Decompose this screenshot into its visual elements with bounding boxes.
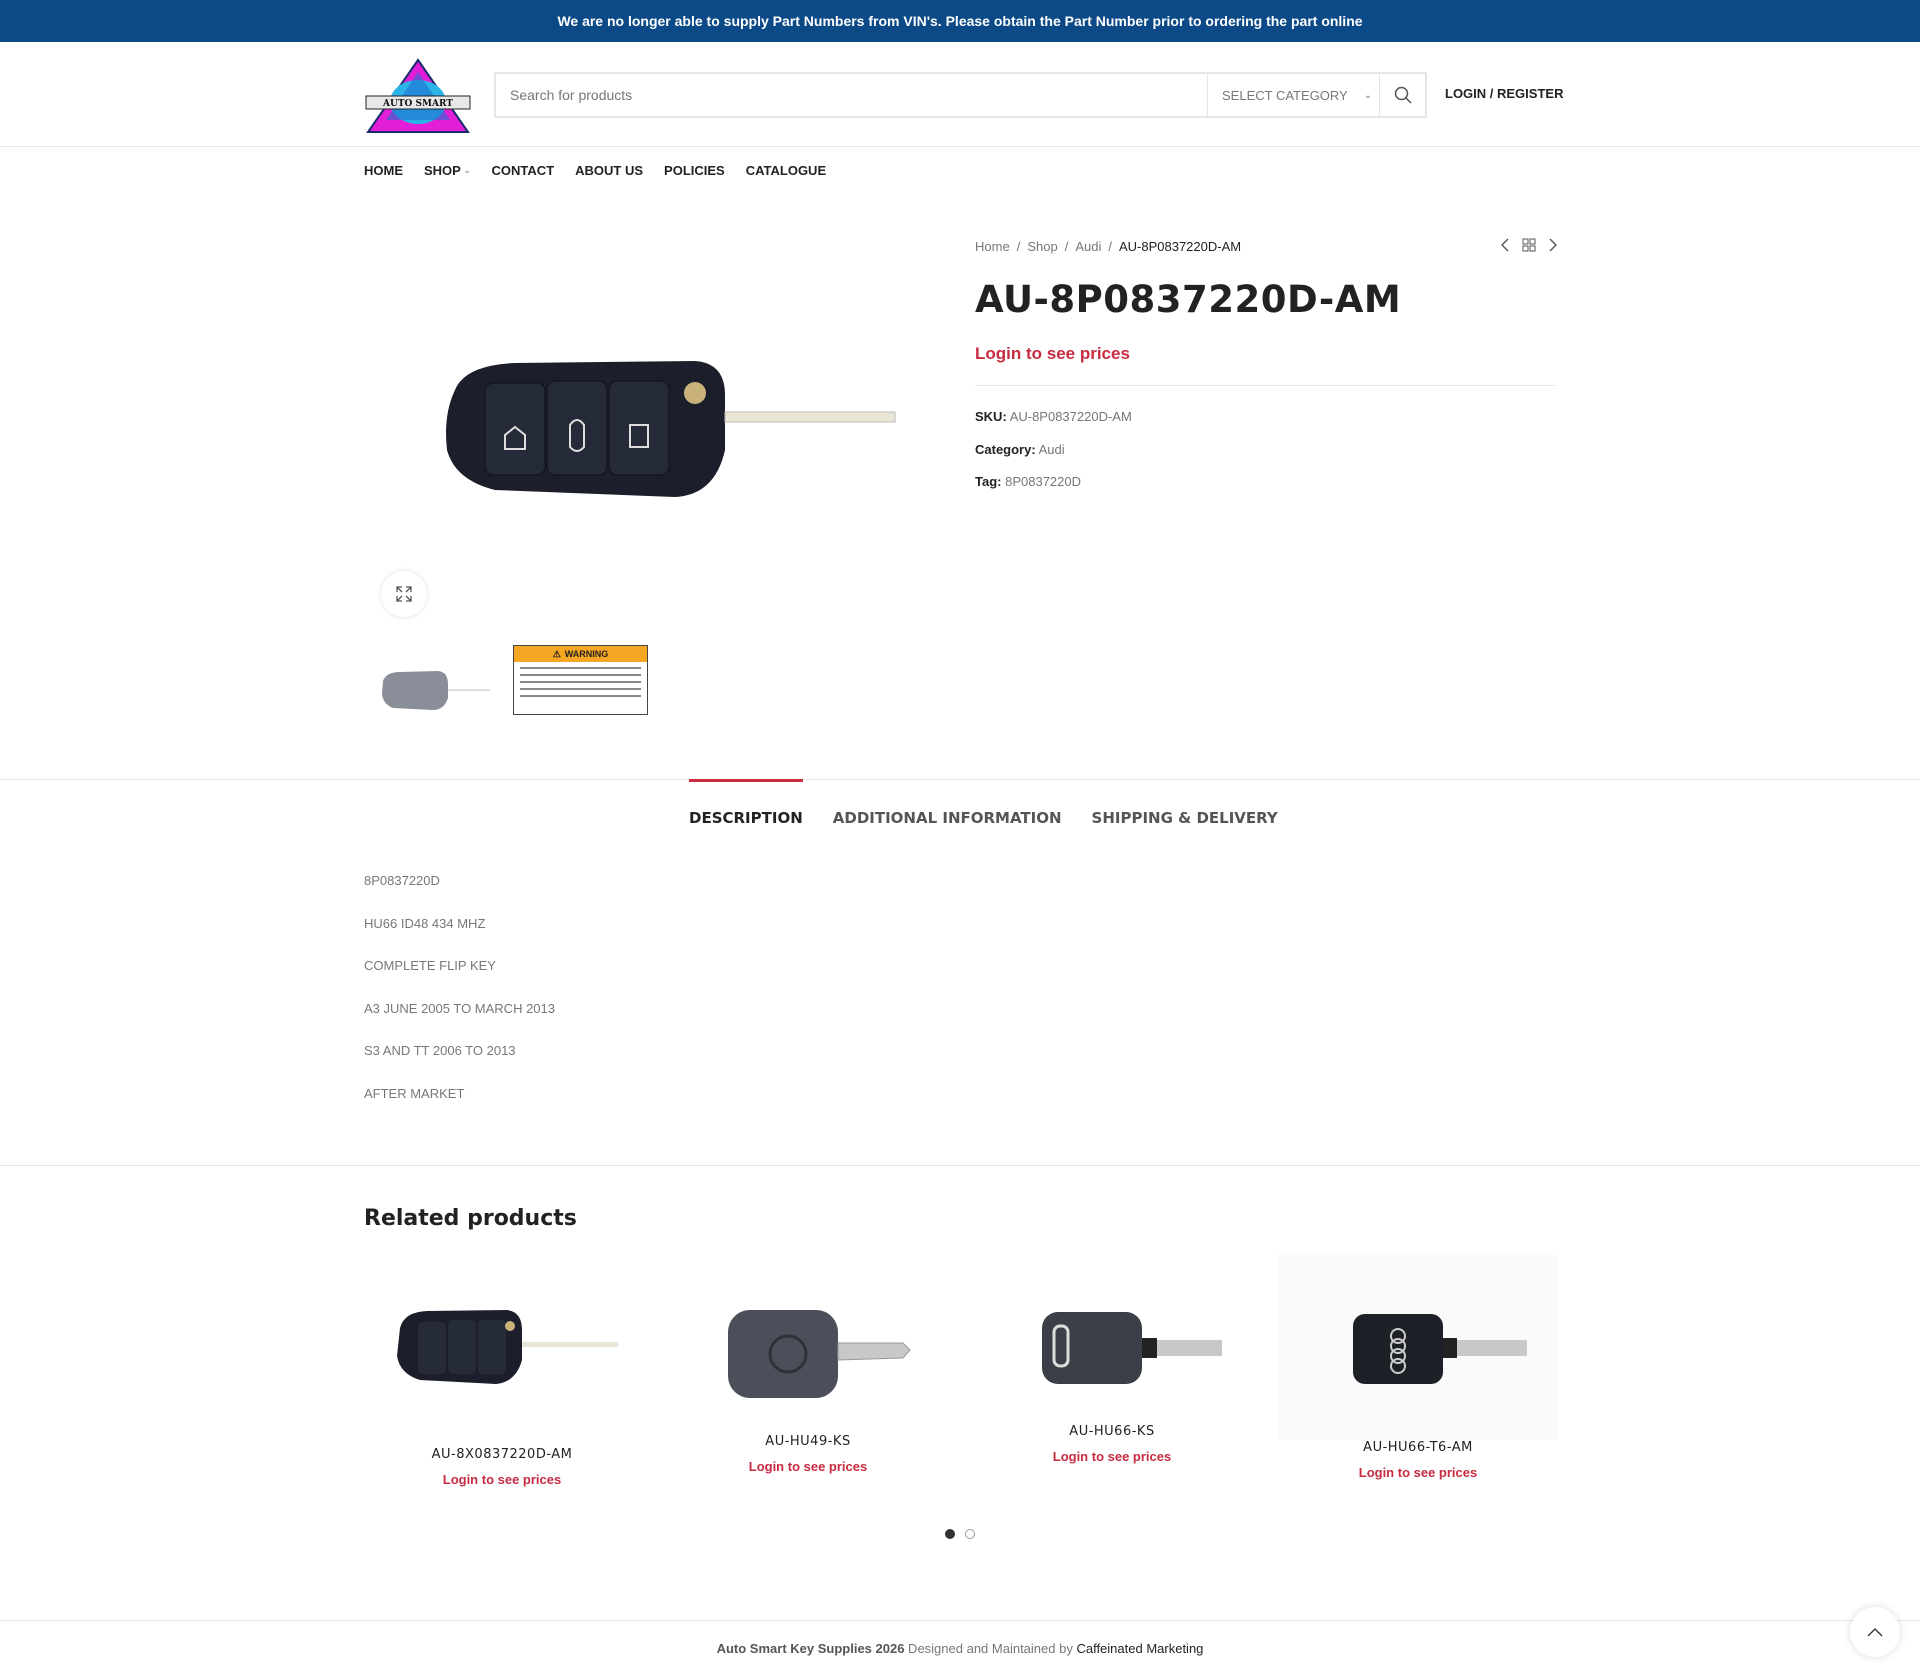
related-product-name[interactable]: AU-HU66-KS — [972, 1424, 1252, 1439]
zoom-button[interactable] — [381, 571, 427, 617]
nav-item-shop[interactable]: SHOP ⌄ — [424, 163, 471, 178]
nav-item-policies[interactable]: POLICIES — [664, 163, 725, 178]
description-line: AFTER MARKET — [364, 1085, 465, 1101]
related-product-price[interactable]: Login to see prices — [1278, 1465, 1558, 1480]
breadcrumb-category[interactable]: Audi — [1075, 239, 1101, 254]
related-product-price[interactable]: Login to see prices — [362, 1472, 642, 1487]
carousel-dot-active[interactable] — [945, 1529, 955, 1539]
related-product-image[interactable] — [362, 1268, 642, 1428]
search-button[interactable] — [1379, 74, 1425, 116]
category-label: Category: — [975, 442, 1036, 457]
breadcrumb-sep: / — [1016, 239, 1021, 254]
related-product-name[interactable]: AU-HU66-T6-AM — [1278, 1440, 1558, 1455]
nav-item-catalogue[interactable]: CATALOGUE — [746, 163, 826, 178]
description-line: HU66 ID48 434 MHZ — [364, 915, 486, 931]
chevron-down-icon: ⌄ — [463, 166, 471, 175]
warning-icon: ⚠ — [552, 648, 561, 659]
tab-additional-information[interactable]: ADDITIONAL INFORMATION — [833, 779, 1062, 829]
logo-wordmark: AUTO SMART — [382, 99, 453, 109]
grid-icon[interactable] — [1522, 238, 1536, 252]
site-footer: Auto Smart Key Supplies 2026 Designed an… — [0, 1641, 1920, 1656]
chevron-right-icon[interactable] — [1548, 238, 1558, 252]
warning-text-line — [520, 681, 641, 683]
search-icon — [1394, 86, 1412, 104]
sku-label: SKU: — [975, 409, 1007, 424]
footer-divider — [0, 1620, 1920, 1621]
related-product-name[interactable]: AU-HU49-KS — [668, 1434, 948, 1449]
nav-item-home[interactable]: HOME — [364, 163, 403, 178]
tab-shipping-delivery[interactable]: SHIPPING & DELIVERY — [1092, 779, 1278, 829]
divider — [975, 385, 1555, 386]
description-line: A3 JUNE 2005 TO MARCH 2013 — [364, 1000, 555, 1016]
search-input[interactable] — [496, 74, 1207, 116]
related-product-image[interactable] — [1278, 1255, 1558, 1440]
warning-header: ⚠ WARNING — [514, 646, 647, 662]
scroll-to-top-button[interactable] — [1850, 1607, 1900, 1657]
product-navigation — [1500, 238, 1558, 252]
notice-text: We are no longer able to supply Part Num… — [557, 13, 1363, 29]
category-select-label: SELECT CATEGORY — [1222, 87, 1348, 103]
related-product-card[interactable]: AU-HU66-KS Login to see prices — [972, 1268, 1252, 1464]
nav-item-about-us[interactable]: ABOUT US — [575, 163, 643, 178]
product-tabs: DESCRIPTION ADDITIONAL INFORMATION SHIPP… — [689, 779, 1278, 829]
breadcrumb-current: AU-8P0837220D-AM — [1118, 239, 1242, 254]
product-main-image[interactable] — [435, 355, 900, 510]
warning-text-line — [520, 688, 641, 690]
footer-brand: Auto Smart Key Supplies 2026 — [716, 1641, 905, 1656]
category-select[interactable]: SELECT CATEGORY ⌄ — [1207, 74, 1379, 116]
description-line: 8P0837220D — [364, 873, 440, 888]
related-product-name[interactable]: AU-8X0837220D-AM — [362, 1447, 642, 1462]
auto-smart-logo[interactable]: AUTO SMART — [364, 58, 472, 134]
warning-text-line — [520, 674, 641, 676]
footer-credit-text: Designed and Maintained by — [904, 1641, 1077, 1656]
expand-icon — [396, 586, 412, 602]
product-tag: Tag: 8P0837220D — [975, 474, 1081, 489]
breadcrumb-shop[interactable]: Shop — [1027, 239, 1057, 254]
product-category: Category: Audi — [975, 442, 1065, 457]
nav-item-contact[interactable]: CONTACT — [492, 163, 555, 178]
search-bar: SELECT CATEGORY ⌄ — [494, 72, 1427, 118]
related-product-card[interactable]: AU-8X0837220D-AM Login to see prices — [362, 1268, 642, 1487]
related-product-price[interactable]: Login to see prices — [668, 1459, 948, 1474]
related-product-image[interactable] — [668, 1268, 948, 1428]
sku-value: AU-8P0837220D-AM — [1009, 409, 1132, 424]
related-product-card[interactable]: AU-HU49-KS Login to see prices — [668, 1268, 948, 1474]
warning-text-line — [520, 695, 641, 697]
login-to-see-prices-link[interactable]: Login to see prices — [975, 344, 1130, 364]
warning-text-line — [520, 667, 641, 669]
section-divider — [0, 1165, 1920, 1166]
top-notice-bar: We are no longer able to supply Part Num… — [0, 0, 1920, 42]
related-product-card[interactable]: AU-HU66-T6-AM Login to see prices — [1278, 1255, 1558, 1480]
warning-label: WARNING — [564, 649, 609, 659]
product-title: AU-8P0837220D-AM — [975, 278, 1402, 321]
footer-agency-link[interactable]: Caffeinated Marketing — [1076, 1641, 1203, 1656]
breadcrumb: Home / Shop / Audi / AU-8P0837220D-AM — [975, 239, 1241, 254]
thumbnail-key-image[interactable] — [378, 666, 493, 716]
description-line: COMPLETE FLIP KEY — [364, 958, 496, 973]
tab-description[interactable]: DESCRIPTION — [689, 779, 803, 829]
breadcrumb-home[interactable]: Home — [975, 239, 1010, 254]
breadcrumb-sep: / — [1108, 239, 1112, 254]
site-header: AUTO SMART SELECT CATEGORY ⌄ LOGIN / REG… — [0, 42, 1920, 147]
related-product-image[interactable] — [972, 1268, 1252, 1428]
related-product-price[interactable]: Login to see prices — [972, 1449, 1252, 1464]
tag-link[interactable]: 8P0837220D — [1005, 474, 1081, 489]
breadcrumb-sep: / — [1064, 239, 1069, 254]
related-products-title: Related products — [364, 1206, 577, 1231]
carousel-pagination — [945, 1529, 975, 1539]
thumbnail-warning-image[interactable]: ⚠ WARNING — [513, 645, 648, 715]
chevron-left-icon[interactable] — [1500, 238, 1510, 252]
description-content: 8P0837220D HU66 ID48 434 MHZ COMPLETE FL… — [364, 873, 555, 1128]
chevron-up-icon — [1867, 1628, 1883, 1637]
description-line: S3 AND TT 2006 TO 2013 — [364, 1043, 516, 1058]
carousel-dot[interactable] — [965, 1529, 975, 1539]
category-link[interactable]: Audi — [1039, 442, 1065, 457]
tag-label: Tag: — [975, 474, 1002, 489]
product-sku: SKU: AU-8P0837220D-AM — [975, 409, 1132, 424]
main-nav: HOME SHOP ⌄ CONTACT ABOUT US POLICIES CAT… — [364, 163, 826, 178]
chevron-down-icon: ⌄ — [1363, 89, 1373, 101]
nav-item-shop-label: SHOP — [424, 163, 461, 178]
login-register-link[interactable]: LOGIN / REGISTER — [1445, 86, 1563, 101]
